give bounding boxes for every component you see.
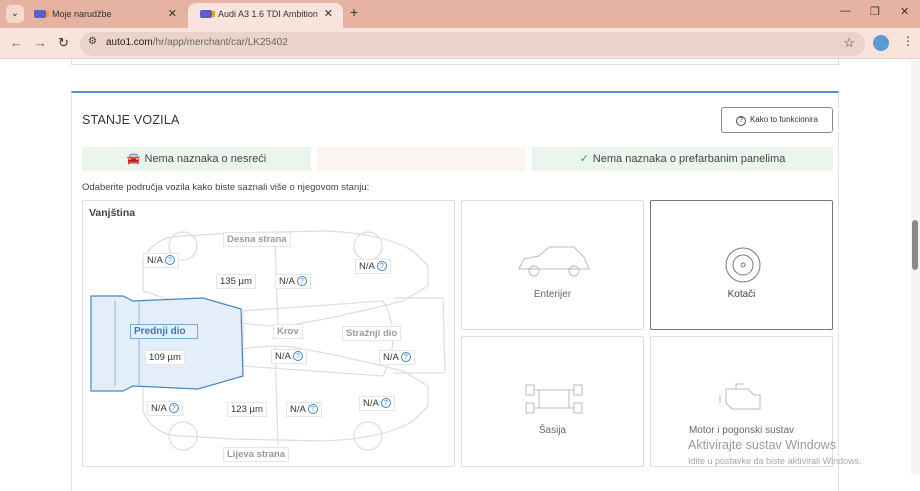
- engine-icon: [719, 383, 761, 410]
- reload-button[interactable]: ↻: [58, 35, 69, 51]
- tile-label: Enterijer: [533, 289, 572, 300]
- back-button[interactable]: ←: [10, 35, 23, 50]
- tile-chassis[interactable]: Šasija: [461, 336, 644, 467]
- url-path: /hr/app/merchant/car/LK25402: [152, 37, 288, 48]
- tab-audi[interactable]: Audi A3 1.6 TDI Ambition ✕: [188, 3, 343, 28]
- close-window-button[interactable]: ✕: [900, 5, 909, 18]
- reading-r-rear-door[interactable]: N/A?: [275, 274, 311, 289]
- reading-l-front-door[interactable]: 123 µm: [227, 402, 267, 417]
- site-settings-icon[interactable]: ⚙: [88, 36, 97, 47]
- windows-activation-watermark: Aktivirajte sustav Windows: [688, 438, 836, 452]
- forward-button[interactable]: →: [34, 35, 47, 50]
- favicon-icon: [34, 10, 49, 18]
- reading-l-rear-fender[interactable]: N/A?: [359, 396, 395, 411]
- maximize-button[interactable]: ❐: [870, 5, 880, 18]
- close-icon[interactable]: ✕: [168, 3, 177, 25]
- tile-label: Motor i pogonski sustav: [688, 425, 795, 436]
- how-it-works-button[interactable]: ? Kako to funkcionira: [721, 107, 833, 133]
- tab-label: Moje narudžbe: [52, 9, 112, 19]
- right-side-label[interactable]: Desna strana: [223, 232, 291, 247]
- tile-label: Kotači: [727, 289, 756, 300]
- reading-r-front-door[interactable]: 135 µm: [216, 274, 256, 289]
- tile-interior[interactable]: Enterijer: [461, 200, 644, 330]
- help-icon: ?: [376, 261, 387, 272]
- left-side-label[interactable]: Lijeva strana: [223, 447, 290, 462]
- help-icon: ?: [380, 398, 391, 409]
- car-interior-icon: [518, 246, 590, 277]
- chassis-icon: [525, 384, 583, 414]
- reading-r-rear-fender[interactable]: N/A?: [355, 259, 391, 274]
- exterior-panel[interactable]: Vanjština Desna strana Lijeva strana Kro…: [82, 200, 455, 467]
- bookmark-star-icon[interactable]: ☆: [843, 35, 855, 51]
- reading-r-front-fender[interactable]: N/A?: [143, 253, 179, 268]
- tile-label: Šasija: [538, 425, 567, 436]
- minimize-button[interactable]: —: [840, 5, 851, 17]
- status-label: Nema naznaka o prefarbanim panelima: [592, 153, 786, 165]
- help-icon: ?: [164, 255, 175, 266]
- front-label[interactable]: Prednji dio: [130, 324, 198, 339]
- help-icon: ?: [307, 404, 318, 415]
- reading-l-front-fender[interactable]: N/A?: [147, 401, 183, 416]
- help-icon: ?: [292, 351, 303, 362]
- help-icon: ?: [735, 116, 746, 126]
- tab-label: Audi A3 1.6 TDI Ambition: [218, 9, 318, 19]
- empty-status-badge: [317, 147, 526, 171]
- scrollbar-thumb[interactable]: [912, 220, 918, 270]
- menu-icon[interactable]: ⋮: [902, 34, 914, 48]
- reading-front[interactable]: 109 µm: [145, 350, 185, 365]
- instruction-text: Odaberite područja vozila kako biste saz…: [82, 182, 370, 193]
- profile-avatar[interactable]: [873, 35, 889, 51]
- check-icon: ✓: [579, 153, 589, 165]
- tab-orders[interactable]: Moje narudžbe ✕: [22, 3, 187, 28]
- no-accident-badge: 🚘 Nema naznaka o nesreći: [82, 147, 311, 171]
- roof-label[interactable]: Krov: [273, 324, 303, 339]
- reading-rear[interactable]: N/A?: [379, 350, 415, 365]
- windows-activation-hint: Idite u postavke da biste aktivirali Win…: [688, 456, 862, 466]
- tile-wheels[interactable]: Kotači: [650, 200, 833, 330]
- car-icon: 🚘: [126, 153, 141, 165]
- previous-section: [71, 59, 839, 65]
- section-title: STANJE VOZILA: [82, 113, 180, 127]
- close-icon[interactable]: ✕: [324, 3, 333, 25]
- help-icon: ?: [400, 352, 411, 363]
- no-repaint-badge: ✓ Nema naznaka o prefarbanim panelima: [532, 147, 833, 171]
- reading-l-rear-door[interactable]: N/A?: [286, 402, 322, 417]
- wheel-icon: [725, 247, 761, 283]
- new-tab-button[interactable]: +: [350, 4, 358, 20]
- url-host: auto1.com: [106, 37, 153, 48]
- how-it-works-label: Kako to funkcionira: [749, 115, 819, 124]
- help-icon: ?: [168, 403, 179, 414]
- favicon-icon: [200, 10, 215, 18]
- front-outline[interactable]: [90, 295, 244, 392]
- tab-bar: ⌄ Moje narudžbe ✕ Audi A3 1.6 TDI Ambitio…: [0, 0, 920, 28]
- reading-roof[interactable]: N/A?: [271, 349, 307, 364]
- rear-label[interactable]: Stražnji dio: [342, 326, 402, 341]
- address-bar[interactable]: ⚙ auto1.com/hr/app/merchant/car/LK25402 …: [80, 32, 865, 56]
- address-row: ← → ↻ ⚙ auto1.com/hr/app/merchant/car/LK…: [0, 28, 920, 59]
- status-label: Nema naznaka o nesreći: [144, 153, 267, 165]
- help-icon: ?: [296, 276, 307, 287]
